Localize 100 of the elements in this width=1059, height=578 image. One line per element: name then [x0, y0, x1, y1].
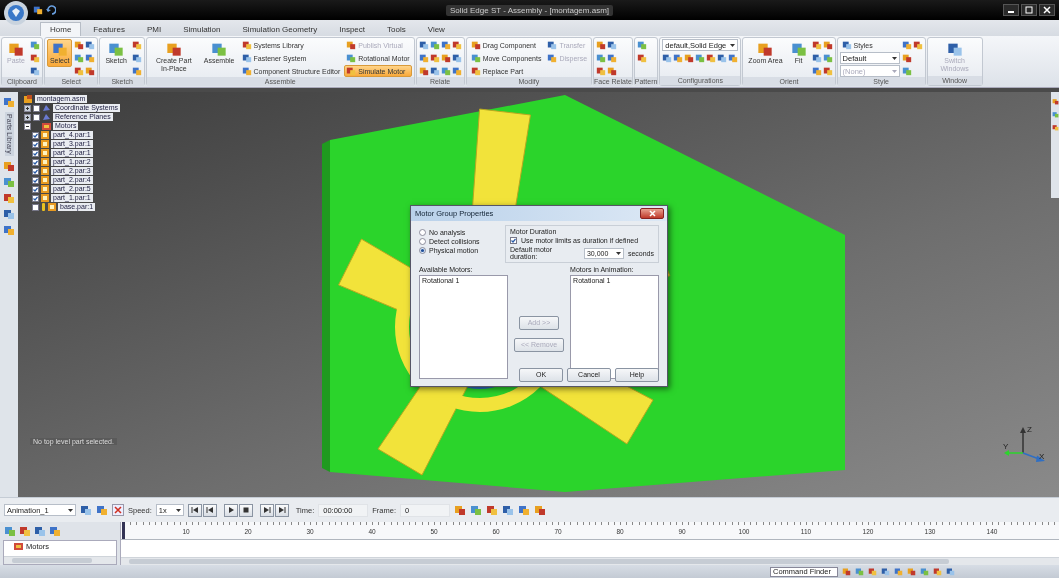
undo-icon[interactable] [46, 5, 56, 15]
play-button[interactable] [223, 503, 238, 517]
tool-icon [596, 53, 607, 63]
tool-icon [822, 40, 833, 50]
checkbox[interactable] [33, 104, 40, 112]
collapse-icon[interactable] [24, 122, 31, 130]
command-icon [241, 53, 252, 63]
tool-icon [636, 40, 647, 50]
tool-icon [85, 40, 96, 50]
motor-folder-icon [42, 122, 51, 130]
command-icon [346, 66, 357, 76]
new-icon [80, 504, 92, 516]
tool-icon [607, 53, 618, 63]
command-icon [841, 40, 852, 50]
tool-icon [607, 66, 618, 76]
checkbox[interactable] [32, 194, 39, 202]
checkbox[interactable] [32, 158, 39, 166]
radio-button[interactable] [419, 247, 426, 254]
ribbon-tab[interactable]: Tools [377, 22, 416, 36]
step-forward-button[interactable] [259, 503, 274, 517]
close-button[interactable] [1039, 4, 1055, 16]
caret-icon [730, 43, 736, 47]
command-icon [108, 41, 125, 57]
command-icon [790, 41, 807, 57]
tool-icon [29, 53, 40, 63]
step-forward-icon [261, 505, 272, 515]
command-icon [547, 53, 558, 63]
tool-icon [429, 53, 440, 63]
close-button[interactable] [640, 208, 664, 219]
maximize-button[interactable] [1021, 4, 1037, 16]
step-back-button[interactable] [202, 503, 217, 517]
tool-icon [596, 66, 607, 76]
checkbox[interactable] [32, 203, 39, 211]
tool-icon [29, 40, 40, 50]
close-icon [648, 210, 656, 217]
parts-icon [3, 96, 15, 108]
ribbon-tab[interactable]: Features [83, 22, 135, 36]
checkbox[interactable] [32, 185, 39, 193]
tool-icon [662, 53, 673, 63]
checkbox[interactable] [32, 167, 39, 175]
command-icon [241, 66, 252, 76]
pane-icon [1051, 124, 1059, 131]
pane-icon [3, 159, 15, 172]
checkbox[interactable] [510, 237, 517, 244]
stop-button[interactable] [238, 503, 253, 517]
tool-icon [34, 525, 46, 537]
status-icon [933, 567, 942, 576]
pane-icon [1051, 111, 1059, 118]
motor-folder-icon [14, 542, 23, 550]
command-icon [470, 53, 481, 63]
tool-icon [131, 53, 142, 63]
caret-icon [615, 251, 621, 255]
tool-icon [85, 66, 96, 76]
ribbon-tab[interactable]: View [417, 22, 455, 36]
checkbox[interactable] [32, 140, 39, 148]
checkbox[interactable] [33, 113, 40, 121]
ribbon-tab[interactable]: Simulation [173, 22, 231, 36]
expand-icon[interactable] [24, 104, 31, 112]
tool-icon [429, 40, 440, 50]
ribbon-tab[interactable]: Home [40, 22, 82, 36]
ribbon-tab[interactable]: Simulation Geometry [232, 22, 328, 36]
tool-icon [717, 53, 728, 63]
checkbox[interactable] [32, 131, 39, 139]
tool-icon [811, 53, 822, 63]
tool-icon [728, 53, 739, 63]
command-icon [946, 41, 963, 57]
command-icon [470, 40, 481, 50]
radio-button[interactable] [419, 229, 426, 236]
axis-label: X [1039, 452, 1045, 461]
checkbox[interactable] [32, 176, 39, 184]
tool-icon [596, 40, 607, 50]
scrollbar[interactable] [4, 556, 116, 564]
tool-icon [502, 504, 515, 516]
tool-icon [85, 53, 96, 63]
save-icon [33, 5, 43, 15]
tool-icon [440, 53, 451, 63]
delete-icon[interactable] [112, 504, 124, 516]
pane-icon [1051, 98, 1059, 105]
tool-icon [451, 40, 462, 50]
pane-icon [3, 191, 15, 204]
command-icon [757, 41, 774, 57]
tool-icon [451, 53, 462, 63]
checkbox[interactable] [32, 149, 39, 157]
tool-icon [418, 66, 429, 76]
first-frame-button[interactable] [187, 503, 202, 517]
command-icon [470, 66, 481, 76]
radio-button[interactable] [419, 238, 426, 245]
tool-icon [131, 40, 142, 50]
command-icon [7, 41, 24, 57]
expand-icon[interactable] [24, 113, 31, 121]
step-back-icon [204, 505, 215, 515]
command-icon [241, 40, 252, 50]
caret-icon [175, 508, 181, 512]
ribbon-tab[interactable]: PMI [136, 22, 172, 36]
minimize-button[interactable] [1003, 4, 1019, 16]
last-frame-button[interactable] [274, 503, 289, 517]
pane-icon [3, 175, 15, 188]
maximize-icon [1024, 5, 1034, 15]
tool-icon [29, 66, 40, 76]
ribbon-tab[interactable]: Inspect [329, 22, 375, 36]
